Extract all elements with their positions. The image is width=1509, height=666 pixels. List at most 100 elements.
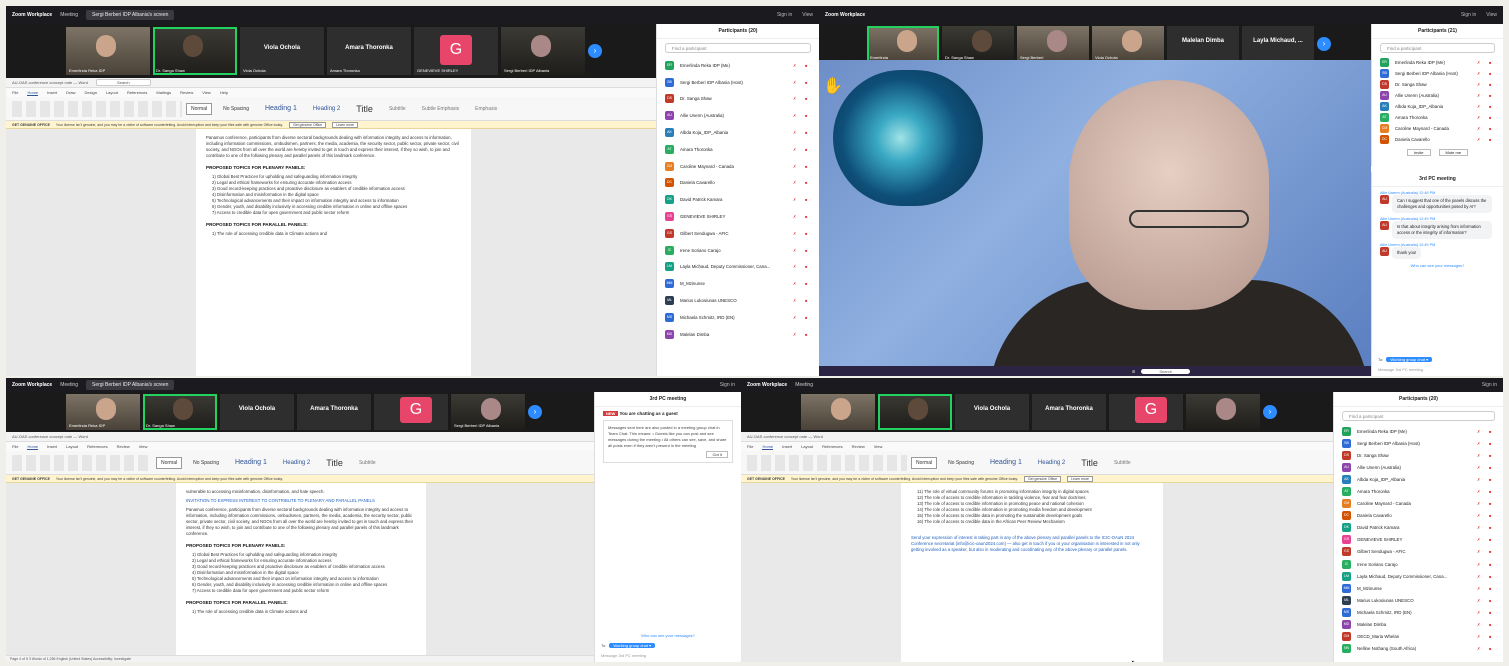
sign-in-button[interactable]: Sign in bbox=[1482, 382, 1497, 388]
participant-row[interactable]: CM Caroline Maynard - Canada ✗ ■ bbox=[657, 158, 819, 175]
participant-row[interactable]: IC Irene Soriano Carajo ✗ ■ bbox=[1334, 558, 1503, 570]
style-subtitle[interactable]: Subtitle bbox=[1109, 457, 1136, 469]
menu-draw[interactable]: Draw bbox=[66, 90, 75, 95]
font-controls[interactable] bbox=[12, 101, 182, 117]
participant-row[interactable]: MD Malelan Dimba ✗ ■ bbox=[657, 326, 819, 343]
style-heading-2[interactable]: Heading 2 bbox=[308, 103, 345, 115]
participant-row[interactable]: DS Dr. Sanga Shaw ✗ ■ bbox=[1334, 449, 1503, 461]
participant-row[interactable]: DK David Patrick Kamara ✗ ■ bbox=[1334, 522, 1503, 534]
video-tile[interactable]: Dr. Sanga Shaw bbox=[942, 26, 1014, 62]
video-tile[interactable]: G GENEVIEVE SHIRLEY bbox=[414, 27, 498, 75]
participant-row[interactable]: AK Albda Koja_IDP_Albania ✗ ■ bbox=[657, 124, 819, 141]
style-normal[interactable]: Normal bbox=[911, 456, 938, 469]
next-page-icon[interactable]: › bbox=[1317, 37, 1331, 51]
meeting-tab[interactable]: Meeting bbox=[60, 12, 78, 18]
menu-insert[interactable]: Insert bbox=[782, 444, 792, 449]
participant-row[interactable]: DC Daniela Cavarello ✗ ■ bbox=[657, 175, 819, 192]
menu-file[interactable]: File bbox=[12, 90, 18, 95]
participant-row[interactable]: AT Amara Thoronka ✗ ■ bbox=[1372, 112, 1503, 123]
participant-search-input[interactable]: Find a participant bbox=[665, 43, 811, 53]
style-subtle-emphasis[interactable]: Subtle Emphasis bbox=[417, 103, 465, 115]
style-title[interactable]: Title bbox=[321, 455, 348, 471]
next-page-icon[interactable]: › bbox=[528, 405, 542, 419]
participant-row[interactable]: MS Michaela Schmitz, IRD (EN) ✗ ■ bbox=[657, 309, 819, 326]
style-heading-2[interactable]: Heading 2 bbox=[278, 457, 315, 469]
style-heading-1[interactable]: Heading 1 bbox=[230, 456, 272, 469]
video-tile[interactable]: Sergi Berberi IDP Albania bbox=[451, 394, 525, 430]
participant-row[interactable]: GS GENEVIEVE SHIRLEY ✗ ■ bbox=[1334, 534, 1503, 546]
participant-row[interactable]: SB Sergi Berberi IDP Albania (Host) ✗ ■ bbox=[1334, 437, 1503, 449]
menu-help[interactable]: Help bbox=[220, 90, 228, 95]
video-tile[interactable]: Viola Ochola bbox=[955, 394, 1029, 430]
shared-screen-tab[interactable]: Sergi Berberi IDP Albania's screen bbox=[86, 380, 175, 390]
video-tile[interactable] bbox=[801, 394, 875, 430]
participant-row[interactable]: AK Albda Koja_IDP_Albania ✗ ■ bbox=[1372, 101, 1503, 112]
menu-references[interactable]: References bbox=[822, 444, 842, 449]
participant-row[interactable]: AU Allie Unerm (Australia) ✗ ■ bbox=[657, 107, 819, 124]
next-page-icon[interactable]: › bbox=[588, 44, 602, 58]
mute-me-button[interactable]: Mute me bbox=[1438, 149, 1469, 156]
video-tile[interactable]: Amara Thoronka Amara Thoronka bbox=[327, 27, 411, 75]
participant-row[interactable]: DK David Patrick Kamara ✗ ■ bbox=[657, 191, 819, 208]
style-normal[interactable]: Normal bbox=[186, 102, 213, 115]
document-page[interactable]: 11) The role of virtual community forums… bbox=[901, 483, 1163, 662]
participant-row[interactable]: ML Marius Lukosiunas UNESCO ✗ ■ bbox=[1334, 594, 1503, 606]
participant-row[interactable]: DC Daniela Cavarello ✗ ■ bbox=[1334, 510, 1503, 522]
menu-design[interactable]: Design bbox=[84, 90, 96, 95]
video-tile[interactable]: Viola Ochola bbox=[220, 394, 294, 430]
participant-row[interactable]: SB Sergi Berberi IDP Albania (Host) ✗ ■ bbox=[657, 74, 819, 91]
menu-layout[interactable]: Layout bbox=[66, 444, 78, 449]
participant-row[interactable]: ML Marius Lukosiunas UNESCO ✗ ■ bbox=[657, 292, 819, 309]
video-tile[interactable]: Amara Thoronka bbox=[1032, 394, 1106, 430]
meeting-tab[interactable]: Meeting bbox=[60, 382, 78, 388]
menu-review[interactable]: Review bbox=[852, 444, 865, 449]
video-tile[interactable]: Layla Michaud, ... bbox=[1242, 26, 1314, 62]
style-heading-1[interactable]: Heading 1 bbox=[985, 456, 1027, 469]
menu-home[interactable]: Home bbox=[27, 444, 39, 450]
participant-row[interactable]: MD Malelan Dimba ✗ ■ bbox=[1334, 619, 1503, 631]
sign-in-button[interactable]: Sign in bbox=[1461, 12, 1476, 18]
video-tile[interactable] bbox=[1186, 394, 1260, 430]
participant-row[interactable]: OM OECD_Maria Whelan ✗ ■ bbox=[1334, 631, 1503, 643]
participant-row[interactable]: MS Michaela Schmitz, IRD (EN) ✗ ■ bbox=[1334, 606, 1503, 618]
video-tile-active[interactable]: Dr. Sanga Shaw bbox=[153, 27, 237, 75]
participant-row[interactable]: NN Nelline Nothang (South Africa) ✗ ■ bbox=[1334, 643, 1503, 655]
chat-input[interactable]: Message 3rd PC meeting bbox=[1378, 367, 1497, 372]
menu-file[interactable]: File bbox=[747, 444, 753, 449]
menu-insert[interactable]: Insert bbox=[47, 90, 57, 95]
style-no-spacing[interactable]: No Spacing bbox=[943, 457, 979, 469]
menu-review[interactable]: Review bbox=[180, 90, 193, 95]
sign-in-button[interactable]: Sign in bbox=[777, 12, 792, 18]
participant-row[interactable]: LM Layla Michaud, Deputy Commissioner, Ca… bbox=[657, 259, 819, 276]
participant-row[interactable]: GS GENEVIEVE SHIRLEY ✗ ■ bbox=[657, 208, 819, 225]
font-controls[interactable] bbox=[747, 455, 907, 471]
menu-layout[interactable]: Layout bbox=[106, 90, 118, 95]
recipient-dropdown[interactable]: Working group chat ▾ bbox=[609, 643, 656, 648]
menu-insert[interactable]: Insert bbox=[47, 444, 57, 449]
style-no-spacing[interactable]: No Spacing bbox=[218, 103, 254, 115]
style-title[interactable]: Title bbox=[351, 101, 378, 117]
style-subtitle[interactable]: Subtitle bbox=[384, 103, 411, 115]
participant-row[interactable]: AU Allie Unerm (Australia) ✗ ■ bbox=[1334, 461, 1503, 473]
menu-view[interactable]: View bbox=[139, 444, 148, 449]
participant-search-input[interactable]: Find a participant bbox=[1380, 43, 1495, 53]
participant-row[interactable]: AK Albda Koja_IDP_Albania ✗ ■ bbox=[1334, 473, 1503, 485]
recipient-dropdown[interactable]: Working group chat ▾ bbox=[1386, 357, 1433, 362]
participant-row[interactable]: MM M_Mzinunse ✗ ■ bbox=[657, 275, 819, 292]
participant-row[interactable]: GS Gilbert Sendugwa - AFIC ✗ ■ bbox=[1334, 546, 1503, 558]
invite-button[interactable]: Invite bbox=[1406, 149, 1431, 156]
learn-more-button[interactable]: Learn more bbox=[332, 121, 358, 128]
view-button[interactable]: View bbox=[1486, 12, 1497, 18]
style-normal[interactable]: Normal bbox=[156, 456, 183, 469]
participant-row[interactable]: ER Emerlinda Reka IDP (Me) ✗ ■ bbox=[1334, 425, 1503, 437]
document-page[interactable]: vulnerable to accessing misinformation, … bbox=[176, 483, 426, 655]
video-tile[interactable]: Amara Thoronka bbox=[297, 394, 371, 430]
menu-layout[interactable]: Layout bbox=[801, 444, 813, 449]
style-heading-2[interactable]: Heading 2 bbox=[1033, 457, 1070, 469]
font-controls[interactable] bbox=[12, 455, 152, 471]
menu-references[interactable]: References bbox=[87, 444, 107, 449]
video-tile[interactable]: Emerlinda Reka IDP bbox=[66, 27, 150, 75]
participant-row[interactable]: LM Layla Michaud, Deputy Commissioner, Ca… bbox=[1334, 570, 1503, 582]
menu-mailings[interactable]: Mailings bbox=[156, 90, 171, 95]
menu-home[interactable]: Home bbox=[762, 444, 774, 450]
